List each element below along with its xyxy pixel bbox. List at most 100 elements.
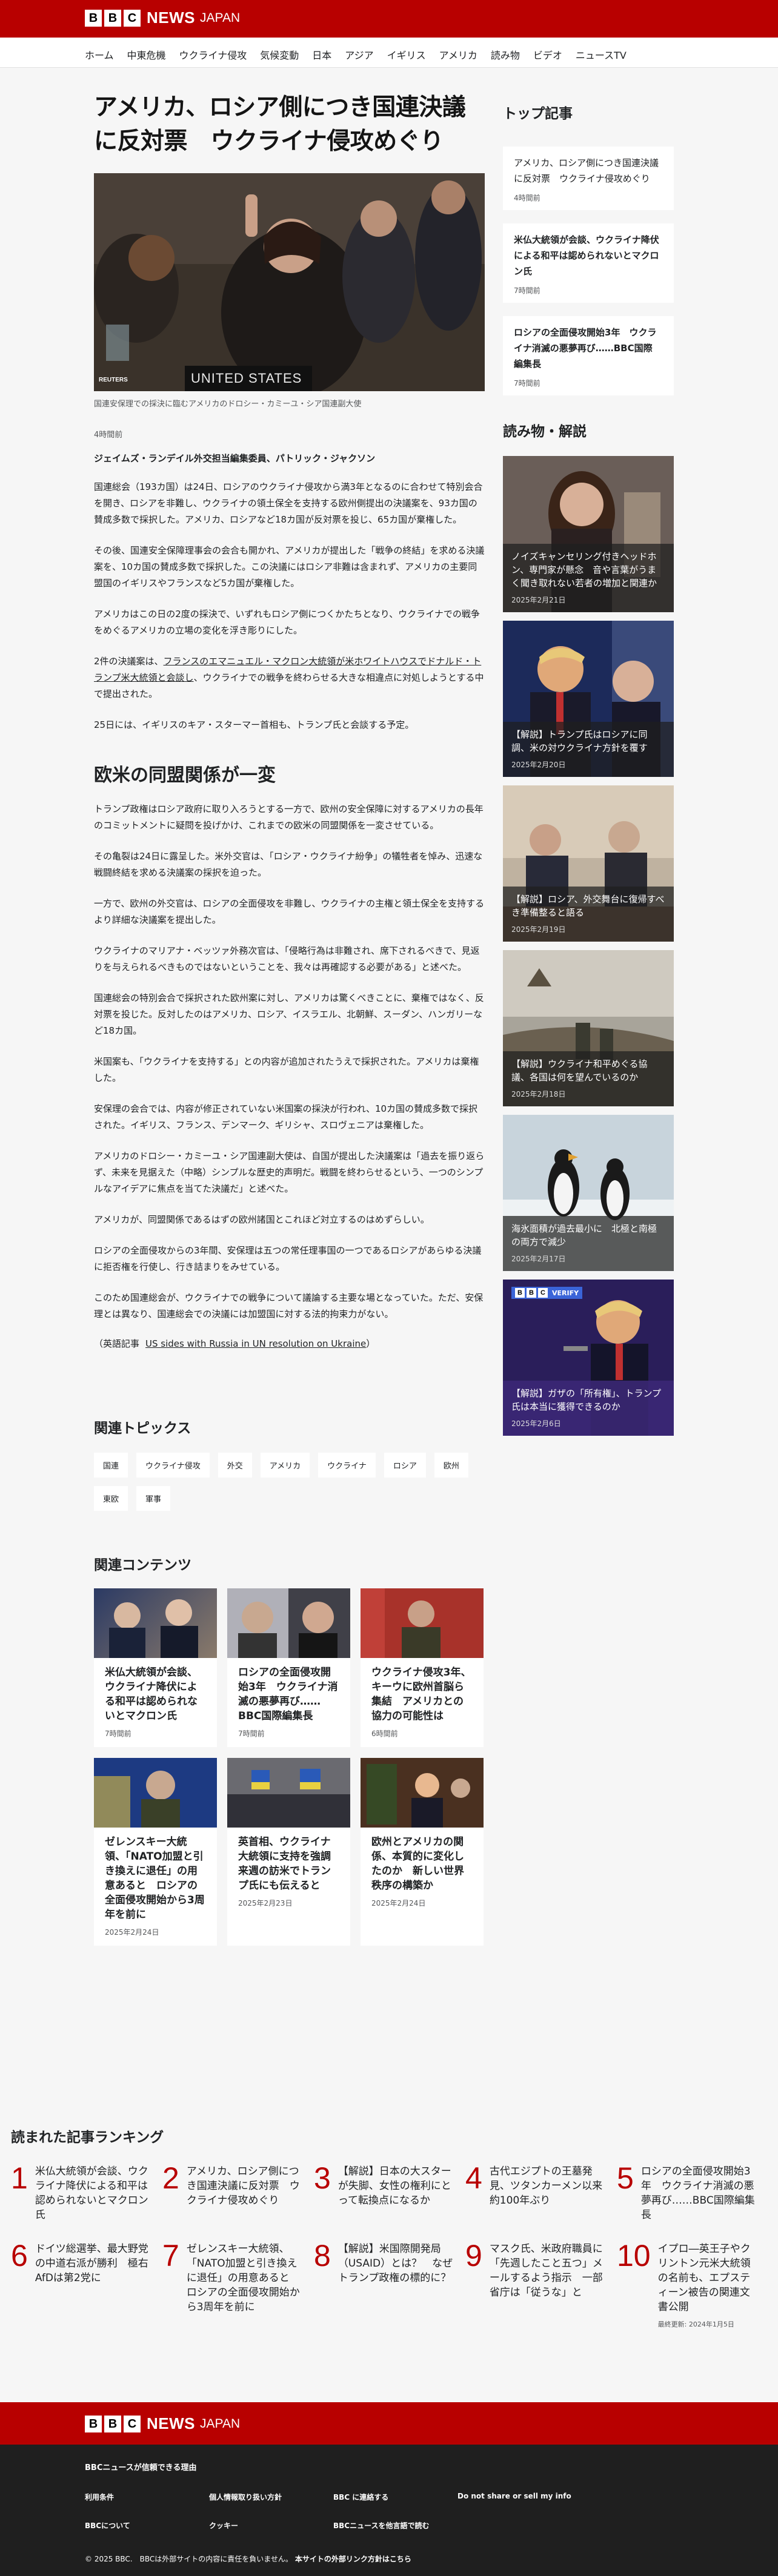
paragraph: トランプ政権はロシア政府に取り入ろうとする一方で、欧州の安全保障に対するアメリカ…	[94, 804, 484, 831]
main-nav: ホーム 中東危機 ウクライナ侵攻 気候変動 日本 アジア イギリス アメリカ 読…	[0, 38, 778, 68]
related-card[interactable]: ロシアの全面侵攻開始3年 ウクライナ消滅の悪夢再び……BBC国際編集長 7時間前	[227, 1588, 350, 1747]
feature-overlay: ノイズキャンセリング付きヘッドホン、専門家が懸念 音や言葉がうまく聞き取れない若…	[503, 544, 674, 612]
feature-card[interactable]: ノイズキャンセリング付きヘッドホン、専門家が懸念 音や言葉がうまく聞き取れない若…	[503, 456, 674, 612]
related-card[interactable]: 米仏大統領が会談、ウクライナ降伏による和平は認められないとマクロン氏 7時間前	[94, 1588, 217, 1747]
nav-item[interactable]: 気候変動	[260, 47, 299, 62]
card-title: 欧州とアメリカの関係、本質的に変化したのか 新しい世界秩序の構築か	[371, 1836, 464, 1892]
topic-chip[interactable]: ウクライナ	[318, 1453, 376, 1478]
footer-link[interactable]: Do not share or sell my info	[457, 2492, 582, 2502]
footer-link[interactable]: クッキー	[209, 2520, 333, 2531]
card-image	[227, 1758, 350, 1828]
paragraph: このため国連総会が、ウクライナでの戦争について議論する主要な場となっていた。ただ…	[94, 1292, 484, 1319]
card-photo	[109, 1599, 198, 1658]
feature-card[interactable]: 【解説】ロシア、外交舞台に復帰すべき準備整ると語る 2025年2月19日	[503, 785, 674, 942]
subheading: 欧米の同盟関係が一変	[94, 765, 276, 786]
nav-item[interactable]: ビデオ	[533, 47, 562, 62]
source-link[interactable]: US sides with Russia in UN resolution on…	[145, 1338, 366, 1349]
ranking-item[interactable]: 4 古代エジプトの王墓発見、ツタンカーメン以来約100年ぶり	[465, 2163, 617, 2222]
brand-edition: JAPAN	[200, 10, 241, 25]
top-story-date: 4時間前	[514, 194, 540, 202]
card-title: ロシアの全面侵攻開始3年 ウクライナ消滅の悪夢再び……BBC国際編集長	[238, 1666, 338, 1722]
top-story[interactable]: 米仏大統領が会談、ウクライナ降伏による和平は認められないとマクロン氏 7時間前	[503, 223, 674, 303]
nav-item[interactable]: ニュースTV	[576, 47, 627, 62]
topic-chip[interactable]: 東欧	[94, 1486, 128, 1511]
paragraph: 国連総会（193カ国）は24日、ロシアのウクライナ侵攻から満3年となるのに合わせ…	[94, 481, 483, 525]
card-photo	[227, 1588, 350, 1658]
footer-link[interactable]: 個人情報取り扱い方針	[209, 2492, 333, 2502]
topic-chip[interactable]: ロシア	[384, 1453, 426, 1478]
card-image	[94, 1588, 217, 1658]
bbc-letter: B	[104, 9, 121, 27]
related-card[interactable]: 欧州とアメリカの関係、本質的に変化したのか 新しい世界秩序の構築か 2025年2…	[361, 1758, 484, 1946]
ranking-item[interactable]: 8 【解説】米国際開発局（USAID）とは？ なぜトランプ政権の標的に？	[314, 2241, 465, 2329]
nav-item[interactable]: アジア	[345, 47, 373, 62]
feature-overlay: 海氷面積が過去最小に 北極と南極の両方で減少 2025年2月17日	[503, 1216, 674, 1271]
card-date: 6時間前	[371, 1729, 398, 1738]
bbc-news-logo[interactable]: B B C NEWS JAPAN	[85, 8, 240, 27]
feature-date: 2025年2月19日	[511, 925, 566, 934]
verify-label: VERIFY	[552, 1289, 579, 1297]
paragraph: 安保理の会合では、内容が修正されていない米国案の採決が行われ、10カ国の賛成多数…	[94, 1103, 478, 1131]
nav-item[interactable]: イギリス	[387, 47, 426, 62]
ranking-item[interactable]: 7 ゼレンスキー大統領、「NATO加盟と引き換えに退任」の用意あると ロシアの全面…	[162, 2241, 314, 2329]
topic-chip[interactable]: 軍事	[136, 1486, 171, 1511]
article: アメリカ、ロシア側につき国連決議に反対票 ウクライナ侵攻めぐり REUTERS …	[94, 91, 485, 1946]
footer: B B C NEWS JAPAN BBCニュースが信頼できる理由 利用条件 個人…	[0, 2402, 778, 2576]
nav-item[interactable]: 中東危機	[127, 47, 166, 62]
nav-item[interactable]: アメリカ	[439, 47, 477, 62]
ranking-item[interactable]: 10 イプロ―英王子やクリントン元米大統領の名前も、エプスティーン被告の関連文書公…	[617, 2241, 768, 2329]
ranking-item[interactable]: 9 マスク氏、米政府職員に「先週したこと五つ」メールするよう指示 一部省庁は「従う…	[465, 2241, 617, 2329]
footer-link[interactable]: BBC に連絡する	[333, 2492, 457, 2502]
feature-title: 【解説】ウクライナ和平めぐる協議、各国は何を望んでいるのか	[511, 1058, 648, 1083]
topic-chip[interactable]: ウクライナ侵攻	[136, 1453, 210, 1478]
top-story[interactable]: アメリカ、ロシア側につき国連決議に反対票 ウクライナ侵攻めぐり 4時間前	[503, 147, 674, 210]
rank-number: 5	[617, 2161, 634, 2195]
footer-link[interactable]: 利用条件	[85, 2492, 209, 2502]
nav-item[interactable]: ウクライナ侵攻	[179, 47, 247, 62]
footer-link[interactable]: BBCについて	[85, 2520, 209, 2531]
copyright-text: © 2025 BBC. BBCは外部サイトの内容に責任を負いません。	[85, 2555, 293, 2563]
topic-chip[interactable]: 外交	[218, 1453, 252, 1478]
nav-item[interactable]: 日本	[312, 47, 331, 62]
footer-logo[interactable]: B B C NEWS JAPAN	[85, 2414, 240, 2433]
rank-title: ロシアの全面侵攻開始3年 ウクライナ消滅の悪夢再び……BBC国際編集長	[640, 2165, 755, 2221]
rank-title: ドイツ総選挙、最大野党の中道右派が勝利 極右AfDは第2党に	[35, 2243, 148, 2284]
nameplate: UNITED STATES	[191, 371, 302, 386]
nav-item[interactable]: 読み物	[491, 47, 520, 62]
topic-chip[interactable]: 国連	[94, 1453, 128, 1478]
feature-card[interactable]: 【解説】トランプ氏はロシアに同調、米の対ウクライナ方針を覆す 2025年2月20…	[503, 621, 674, 777]
nav-item[interactable]: ホーム	[85, 47, 114, 62]
feature-card[interactable]: B B C VERIFY 【解説】ガザの「所有権」、トランプ氏は本当に獲得できるのか …	[503, 1280, 674, 1436]
rank-number: 6	[11, 2239, 28, 2273]
ranking-list: 1 米仏大統領が会談、ウクライナ降伏による和平は認められないとマクロン氏 2 アメリ…	[11, 2161, 768, 2329]
feature-overlay: 【解説】ガザの「所有権」、トランプ氏は本当に獲得できるのか 2025年2月6日	[503, 1381, 674, 1436]
card-title: ウクライナ侵攻3年、キーウに欧州首脳ら集結 アメリカとの協力の可能性は	[371, 1666, 471, 1722]
feature-title: 【解説】トランプ氏はロシアに同調、米の対ウクライナ方針を覆す	[511, 729, 648, 753]
rank-number: 2	[162, 2161, 179, 2195]
ranking-item[interactable]: 5 ロシアの全面侵攻開始3年 ウクライナ消滅の悪夢再び……BBC国際編集長	[617, 2161, 768, 2222]
top-story[interactable]: ロシアの全面侵攻開始3年 ウクライナ消滅の悪夢再び……BBC国際編集長 7時間前	[503, 316, 674, 395]
paragraph: ウクライナのマリアナ・ベッツァ外務次官は、「侵略行為は非難され、席下されるべきで…	[94, 945, 480, 973]
topic-chip[interactable]: アメリカ	[260, 1453, 310, 1478]
external-links-policy[interactable]: 本サイトの外部リンク方針はこちら	[295, 2555, 411, 2563]
verify-letter: C	[538, 1288, 548, 1298]
ranking-item[interactable]: 6 ドイツ総選挙、最大野党の中道右派が勝利 極右AfDは第2党に	[11, 2239, 162, 2329]
hero-photo	[94, 173, 485, 391]
related-card[interactable]: 英首相、ウクライナ大統領に支持を強調 来週の訪米でトランプ氏にも伝えると 202…	[227, 1758, 350, 1946]
related-card[interactable]: ウクライナ侵攻3年、キーウに欧州首脳ら集結 アメリカとの協力の可能性は 6時間前	[361, 1588, 484, 1747]
feature-overlay: 【解説】ロシア、外交舞台に復帰すべき準備整ると語る 2025年2月19日	[503, 887, 674, 942]
ranking-item[interactable]: 3 【解説】日本の大スターが失脚、女性の権利にとって転換点になるか	[314, 2163, 465, 2222]
trust-link[interactable]: BBCニュースが信頼できる理由	[85, 2461, 196, 2472]
ranking-item[interactable]: 1 米仏大統領が会談、ウクライナ降伏による和平は認められないとマクロン氏	[11, 2163, 162, 2222]
feature-overlay: 【解説】トランプ氏はロシアに同調、米の対ウクライナ方針を覆す 2025年2月20…	[503, 722, 674, 777]
top-stories-heading: トップ記事	[503, 106, 573, 122]
feature-card[interactable]: 海氷面積が過去最小に 北極と南極の両方で減少 2025年2月17日	[503, 1115, 674, 1271]
ranking-item[interactable]: 2 アメリカ、ロシア側につき国連決議に反対票 ウクライナ侵攻めぐり	[162, 2161, 314, 2222]
feature-card[interactable]: 【解説】ウクライナ和平めぐる協議、各国は何を望んでいるのか 2025年2月18日	[503, 950, 674, 1106]
footer-link[interactable]: BBCニュースを他言語で読む	[333, 2520, 457, 2531]
related-card[interactable]: ゼレンスキー大統領、「NATO加盟と引き換えに退任」の用意あると ロシアの全面侵…	[94, 1758, 217, 1946]
topic-chip[interactable]: 欧州	[434, 1453, 468, 1478]
paragraph: その亀裂は24日に露呈した。米外交官は、「ロシア・ウクライナ紛争」の犠牲者を悼み…	[94, 851, 483, 878]
related-topics-heading: 関連トピックス	[94, 1421, 191, 1436]
paragraph: その後、国連安全保障理事会の会合も開かれ、アメリカが提出した「戦争の終結」を求め…	[94, 545, 485, 589]
